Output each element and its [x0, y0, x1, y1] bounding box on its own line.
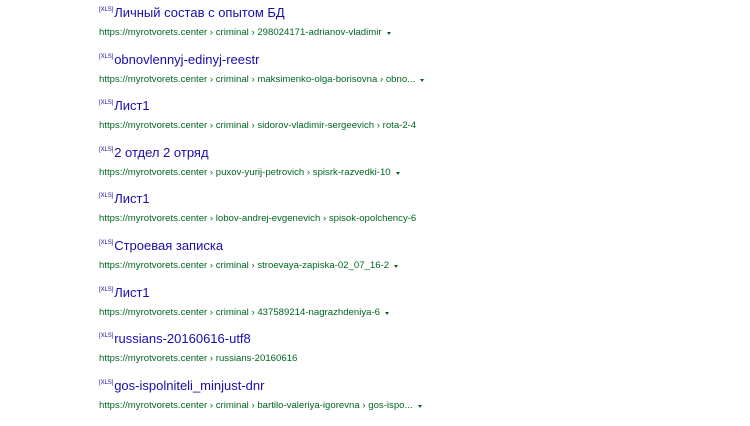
- result-title-line: [XLS] gos-ispolniteli_minjust-dnr: [99, 377, 739, 397]
- result-url[interactable]: https://myrotvorets.center › criminal › …: [99, 119, 416, 133]
- search-result: [XLS] Строевая записка https://myrotvore…: [99, 237, 739, 284]
- search-result: [XLS] 2 отдел 2 отряд https://myrotvoret…: [99, 144, 739, 191]
- result-title-link[interactable]: gos-ispolniteli_minjust-dnr: [114, 377, 264, 395]
- result-title-link[interactable]: 2 отдел 2 отряд: [114, 144, 208, 162]
- search-result: [XLS] Лист1 https://myrotvorets.center ›…: [99, 190, 739, 237]
- result-url-line: https://myrotvorets.center › criminal › …: [99, 25, 739, 41]
- result-url-line: https://myrotvorets.center › criminal › …: [99, 118, 739, 134]
- result-title-link[interactable]: Личный состав с опытом БД: [114, 4, 285, 22]
- result-url[interactable]: https://myrotvorets.center › criminal › …: [99, 26, 382, 40]
- result-title-link[interactable]: Лист1: [114, 284, 149, 302]
- filetype-badge: [XLS]: [99, 286, 114, 293]
- result-menu-caret-icon[interactable]: [417, 404, 422, 408]
- result-url[interactable]: https://myrotvorets.center › criminal › …: [99, 399, 413, 413]
- filetype-badge: [XLS]: [99, 239, 114, 246]
- result-url-line: https://myrotvorets.center › puxov-yurij…: [99, 165, 739, 181]
- result-title-line: [XLS] Лист1: [99, 284, 739, 304]
- result-url-line: https://myrotvorets.center › criminal › …: [99, 72, 739, 88]
- result-title-line: [XLS] russians-20160616-utf8: [99, 330, 739, 350]
- result-menu-caret-icon[interactable]: [395, 171, 400, 175]
- search-result: [XLS] obnovlennyj-edinyj-reestr https://…: [99, 51, 739, 98]
- result-title-line: [XLS] Лист1: [99, 190, 739, 210]
- result-url[interactable]: https://myrotvorets.center › criminal › …: [99, 306, 380, 320]
- filetype-badge: [XLS]: [99, 53, 114, 60]
- result-url-line: https://myrotvorets.center › lobov-andre…: [99, 211, 739, 227]
- search-result: [XLS] russians-20160616-utf8 https://myr…: [99, 330, 739, 377]
- result-title-link[interactable]: Строевая записка: [114, 237, 223, 255]
- result-menu-caret-icon[interactable]: [385, 311, 390, 315]
- result-title-line: [XLS] Лист1: [99, 97, 739, 117]
- search-result: [XLS] Лист1 https://myrotvorets.center ›…: [99, 97, 739, 144]
- result-url[interactable]: https://myrotvorets.center › russians-20…: [99, 352, 297, 366]
- result-url-line: https://myrotvorets.center › criminal › …: [99, 258, 739, 274]
- result-title-line: [XLS] 2 отдел 2 отряд: [99, 144, 739, 164]
- search-result: [XLS] Личный состав с опытом БД https://…: [99, 4, 739, 51]
- result-menu-caret-icon[interactable]: [420, 78, 425, 82]
- result-title-line: [XLS] obnovlennyj-edinyj-reestr: [99, 51, 739, 71]
- result-title-link[interactable]: Лист1: [114, 190, 149, 208]
- search-result: [XLS] Лист1 https://myrotvorets.center ›…: [99, 284, 739, 331]
- result-url-line: https://myrotvorets.center › criminal › …: [99, 305, 739, 321]
- search-result: [XLS] gos-ispolniteli_minjust-dnr https:…: [99, 377, 739, 424]
- search-results-list: [XLS] Личный состав с опытом БД https://…: [99, 4, 739, 423]
- result-menu-caret-icon[interactable]: [386, 32, 391, 35]
- result-url[interactable]: https://myrotvorets.center › criminal › …: [99, 259, 389, 273]
- result-url-line: https://myrotvorets.center › criminal › …: [99, 398, 739, 414]
- filetype-badge: [XLS]: [99, 7, 114, 13]
- result-title-link[interactable]: russians-20160616-utf8: [114, 330, 251, 348]
- result-menu-caret-icon[interactable]: [394, 264, 399, 268]
- filetype-badge: [XLS]: [99, 100, 114, 107]
- result-url[interactable]: https://myrotvorets.center › puxov-yurij…: [99, 166, 391, 180]
- result-title-line: [XLS] Строевая записка: [99, 237, 739, 257]
- filetype-badge: [XLS]: [99, 146, 114, 153]
- filetype-badge: [XLS]: [99, 379, 114, 386]
- result-url[interactable]: https://myrotvorets.center › lobov-andre…: [99, 212, 416, 226]
- result-title-link[interactable]: obnovlennyj-edinyj-reestr: [114, 51, 259, 69]
- result-title-line: [XLS] Личный состав с опытом БД: [99, 4, 739, 24]
- filetype-badge: [XLS]: [99, 333, 114, 340]
- filetype-badge: [XLS]: [99, 193, 114, 200]
- result-url[interactable]: https://myrotvorets.center › criminal › …: [99, 73, 415, 87]
- result-title-link[interactable]: Лист1: [114, 97, 149, 115]
- result-url-line: https://myrotvorets.center › russians-20…: [99, 351, 739, 367]
